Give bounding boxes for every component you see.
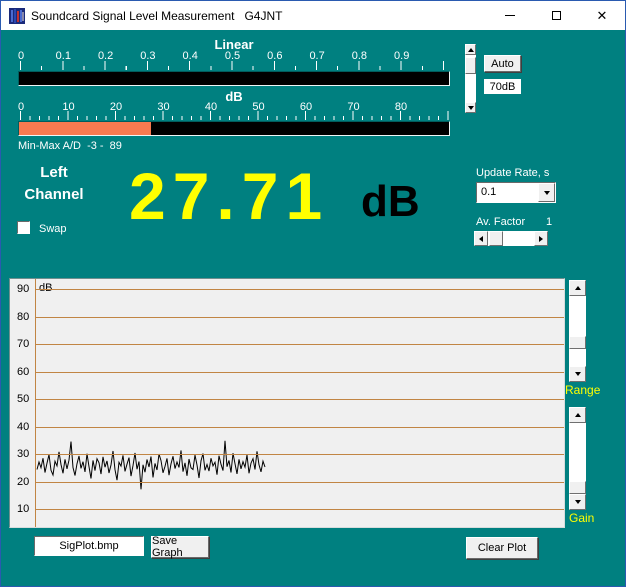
av-factor-label: Av. Factor — [476, 216, 525, 228]
gain-scrollbar[interactable] — [569, 407, 586, 510]
range-down-button[interactable] — [569, 366, 586, 382]
gridline — [35, 317, 564, 318]
arrow-left-icon — [479, 236, 483, 242]
gridline — [35, 289, 564, 290]
av-factor-left-button[interactable] — [474, 231, 488, 246]
gridline — [35, 344, 564, 345]
gain-thumb[interactable] — [569, 481, 586, 494]
close-icon: ✕ — [597, 9, 608, 22]
caption-buttons: ✕ — [487, 1, 625, 30]
range-display: 70dB — [484, 79, 521, 94]
arrow-down-icon — [468, 106, 474, 110]
linear-meter-bar — [18, 71, 450, 86]
meter-scroll-thumb[interactable] — [465, 57, 476, 74]
window-title: Soundcard Signal Level Measurement G4JNT — [31, 9, 282, 23]
client-area: Linear 00.10.20.30.40.50.60.70.80.9 dB 0… — [1, 30, 625, 586]
minimize-button[interactable] — [487, 1, 533, 30]
chevron-down-icon — [544, 191, 550, 195]
gridline — [35, 427, 564, 428]
range-up-button[interactable] — [569, 280, 586, 296]
y-axis-label: 60 — [17, 366, 35, 378]
meter-scroll-down-button[interactable] — [465, 102, 476, 113]
update-rate-label: Update Rate, s — [476, 167, 549, 179]
range-thumb[interactable] — [569, 336, 586, 349]
auto-button[interactable]: Auto — [484, 55, 521, 72]
gain-down-button[interactable] — [569, 494, 586, 510]
y-axis-label: 70 — [17, 338, 35, 350]
signal-plot: dB 908070605040302010 — [9, 278, 565, 528]
gridline — [35, 454, 564, 455]
filename-input[interactable] — [34, 536, 144, 556]
gain-up-button[interactable] — [569, 407, 586, 423]
swap-checkbox[interactable] — [17, 221, 30, 234]
db-minor-ticks — [20, 116, 449, 120]
av-factor-scrollbar[interactable] — [474, 231, 548, 246]
arrow-up-icon — [575, 413, 581, 417]
gridline — [35, 399, 564, 400]
y-axis-label: 30 — [17, 448, 35, 460]
meter-range-scrollbar[interactable] — [465, 44, 476, 113]
app-window: Soundcard Signal Level Measurement G4JNT… — [0, 0, 626, 587]
db-meter-bar — [18, 121, 450, 136]
maximize-button[interactable] — [533, 1, 579, 30]
clear-plot-button[interactable]: Clear Plot — [466, 537, 538, 559]
close-button[interactable]: ✕ — [579, 1, 625, 30]
arrow-down-icon — [575, 500, 581, 504]
linear-minor-ticks — [20, 66, 444, 70]
av-factor-thumb[interactable] — [489, 231, 503, 246]
gridline — [35, 482, 564, 483]
meter-scroll-up-button[interactable] — [465, 44, 476, 55]
gain-label: Gain — [569, 511, 594, 525]
av-factor-right-button[interactable] — [534, 231, 548, 246]
arrow-right-icon — [539, 236, 543, 242]
gridline — [35, 372, 564, 373]
maximize-icon — [552, 11, 561, 20]
update-rate-value: 0.1 — [481, 186, 496, 198]
update-rate-combobox[interactable]: 0.1 — [476, 182, 556, 203]
minimize-icon — [505, 15, 515, 16]
minmax-label: Min-Max A/D -3 - 89 — [18, 140, 122, 152]
y-axis-label: 10 — [17, 503, 35, 515]
range-scrollbar[interactable] — [569, 280, 586, 382]
arrow-down-icon — [575, 372, 581, 376]
gridline — [35, 509, 564, 510]
range-label: Range — [565, 383, 600, 397]
arrow-up-icon — [575, 286, 581, 290]
y-axis-label: 50 — [17, 393, 35, 405]
y-axis-label: 80 — [17, 311, 35, 323]
channel-label-line2: Channel — [9, 186, 99, 203]
update-rate-dropdown-button[interactable] — [538, 183, 555, 202]
titlebar: Soundcard Signal Level Measurement G4JNT… — [1, 1, 625, 30]
channel-label-line1: Left — [9, 164, 99, 181]
save-graph-button[interactable]: Save Graph — [151, 536, 209, 558]
level-reading-value: 27.71 — [129, 163, 329, 229]
level-reading-unit: dB — [361, 180, 420, 224]
swap-checkbox-label: Swap — [39, 223, 67, 235]
arrow-up-icon — [468, 48, 474, 52]
y-axis-label: 20 — [17, 476, 35, 488]
y-axis-label: 90 — [17, 283, 35, 295]
db-meter-fill — [19, 122, 151, 135]
app-icon — [9, 8, 25, 24]
y-axis-label: 40 — [17, 421, 35, 433]
av-factor-value: 1 — [546, 216, 552, 228]
